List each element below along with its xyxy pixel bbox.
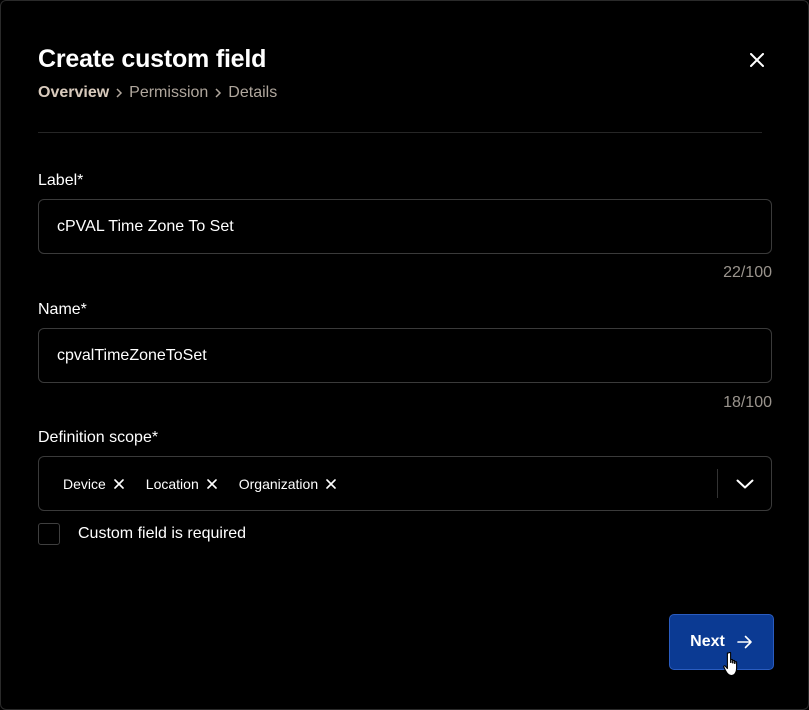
required-checkbox[interactable]	[38, 523, 60, 545]
required-checkbox-label[interactable]: Custom field is required	[78, 525, 246, 543]
chip-label: Organization	[238, 475, 319, 492]
next-button-label: Next	[690, 633, 725, 650]
close-button[interactable]	[745, 48, 769, 72]
breadcrumb-step-permission[interactable]: Permission	[129, 84, 208, 102]
close-icon	[750, 53, 764, 67]
x-icon[interactable]	[326, 478, 336, 489]
chevron-right-icon	[113, 87, 125, 99]
chip-label: Device	[63, 475, 106, 492]
name-char-counter: 18/100	[723, 394, 772, 411]
arrow-right-icon	[737, 635, 752, 649]
header-divider	[38, 132, 762, 133]
definition-scope-title: Definition scope*	[38, 429, 159, 446]
dialog-title: Create custom field	[38, 45, 267, 73]
chip-label: Location	[145, 475, 199, 492]
select-divider	[717, 469, 718, 498]
label-char-counter: 22/100	[723, 264, 772, 281]
create-custom-field-dialog: Create custom field Overview Permission …	[0, 0, 809, 710]
breadcrumb-step-overview[interactable]: Overview	[38, 84, 109, 102]
scope-chip-organization: Organization	[239, 476, 336, 492]
definition-scope-select[interactable]: Device Location Organization	[38, 456, 772, 511]
hand-cursor-icon	[723, 651, 738, 677]
chevron-right-icon	[212, 87, 224, 99]
label-input[interactable]: cPVAL Time Zone To Set	[38, 199, 772, 254]
scope-chip-device: Device	[63, 476, 124, 492]
label-field-title: Label*	[38, 172, 84, 189]
scope-chip-location: Location	[146, 476, 217, 492]
breadcrumb-step-details[interactable]: Details	[228, 84, 277, 102]
x-icon[interactable]	[113, 478, 124, 489]
required-checkbox-row: Custom field is required	[38, 523, 246, 545]
chevron-down-icon[interactable]	[729, 470, 761, 498]
breadcrumb: Overview Permission Details	[38, 84, 277, 102]
name-input[interactable]: cpvalTimeZoneToSet	[38, 328, 772, 383]
x-icon[interactable]	[206, 478, 217, 489]
scope-chip-list: Device Location Organization	[63, 457, 336, 510]
name-field-title: Name*	[38, 301, 87, 318]
